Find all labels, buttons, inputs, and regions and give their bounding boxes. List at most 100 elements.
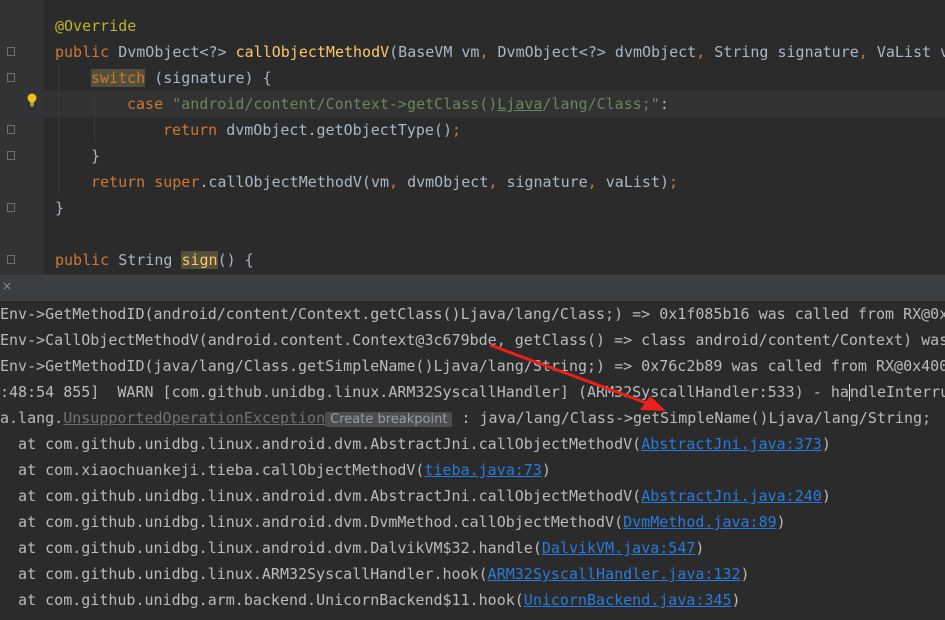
indent-guide bbox=[58, 65, 59, 195]
code-token: at com.xiaochuankeji.tieba.callObjectMet… bbox=[0, 461, 425, 479]
code-token: ; bbox=[452, 121, 462, 139]
fold-marker-icon[interactable] bbox=[7, 73, 15, 82]
code-line[interactable]: switch (signature) { bbox=[91, 65, 272, 91]
code-line[interactable]: public String sign() { bbox=[55, 247, 254, 273]
source-link[interactable]: UnicornBackend.java:345 bbox=[524, 591, 732, 609]
code-token: ) bbox=[695, 539, 705, 557]
code-token: String bbox=[118, 251, 182, 269]
code-token: dvmObject bbox=[407, 173, 489, 191]
code-line[interactable]: } bbox=[91, 143, 100, 169]
indent-guide bbox=[94, 91, 95, 143]
code-token: , bbox=[389, 173, 408, 191]
source-link[interactable]: DalvikVM.java:547 bbox=[542, 539, 696, 557]
fold-marker-icon[interactable] bbox=[7, 203, 15, 212]
fold-marker-icon[interactable] bbox=[7, 151, 15, 160]
log-line[interactable]: at com.github.unidbg.arm.backend.Unicorn… bbox=[0, 587, 741, 613]
code-token: ) bbox=[541, 461, 551, 479]
log-line[interactable]: Env->GetMethodID(java/lang/Class.getSimp… bbox=[0, 353, 945, 379]
code-token: String signature bbox=[714, 43, 859, 61]
code-token: at com.github.unidbg.linux.android.dvm.D… bbox=[0, 513, 624, 531]
source-link[interactable]: AbstractJni.java:240 bbox=[641, 487, 822, 505]
code-token: "android/content/Context->getClass() bbox=[172, 95, 498, 113]
code-token: (BaseVM vm bbox=[389, 43, 480, 61]
code-token: case bbox=[127, 95, 173, 113]
code-token: , bbox=[858, 43, 877, 61]
code-token: Env->GetMethodID(android/content/Context… bbox=[0, 305, 945, 323]
code-token: VaList v bbox=[876, 43, 945, 61]
code-token: Ljava bbox=[497, 95, 543, 113]
source-link[interactable]: AbstractJni.java:373 bbox=[641, 435, 822, 453]
fold-marker-icon[interactable] bbox=[7, 255, 15, 264]
code-token: callObjectMethodV bbox=[235, 43, 390, 61]
source-link[interactable]: ARM32SyscallHandler.java:132 bbox=[488, 565, 741, 583]
log-line[interactable]: at com.github.unidbg.linux.android.dvm.A… bbox=[0, 483, 831, 509]
code-line[interactable]: return super.callObjectMethodV(vm, dvmOb… bbox=[91, 169, 678, 195]
code-token: a.lang. bbox=[0, 409, 64, 427]
code-token: ) bbox=[731, 591, 741, 609]
code-token: at com.github.unidbg.arm.backend.Unicorn… bbox=[0, 591, 524, 609]
code-token: , bbox=[479, 43, 498, 61]
code-token: public bbox=[55, 251, 119, 269]
code-token: ) bbox=[776, 513, 786, 531]
code-token: , bbox=[696, 43, 715, 61]
lightbulb-icon[interactable] bbox=[26, 93, 38, 107]
code-token: ndleInterrup bbox=[849, 383, 945, 401]
code-token: .callObjectMethodV(vm bbox=[199, 173, 390, 191]
code-token: : java/lang/Class->getSimpleName()Ljava/… bbox=[452, 409, 932, 427]
source-link[interactable]: tieba.java:73 bbox=[424, 461, 541, 479]
code-line[interactable]: public DvmObject<?> callObjectMethodV(Ba… bbox=[55, 39, 945, 65]
code-line[interactable]: case "android/content/Context->getClass(… bbox=[127, 91, 669, 117]
log-line[interactable]: at com.github.unidbg.linux.ARM32SyscallH… bbox=[0, 561, 750, 587]
code-token: , bbox=[587, 173, 606, 191]
log-line[interactable]: at com.github.unidbg.linux.android.dvm.D… bbox=[0, 535, 704, 561]
code-line[interactable]: @Override bbox=[55, 13, 136, 39]
code-token: (signature) { bbox=[145, 69, 272, 87]
code-token: ) bbox=[740, 565, 750, 583]
code-token: at com.github.unidbg.linux.android.dvm.A… bbox=[0, 435, 642, 453]
code-token: } bbox=[55, 199, 65, 217]
editor-gutter[interactable] bbox=[0, 0, 44, 274]
code-token: sign bbox=[181, 251, 218, 269]
code-line[interactable]: } bbox=[55, 195, 64, 221]
code-token: :48:54 855] WARN [com.github.unidbg.linu… bbox=[0, 383, 849, 401]
code-token: Env->CallObjectMethodV(android.content.C… bbox=[0, 331, 945, 349]
code-token: return bbox=[163, 121, 227, 139]
code-token: signature bbox=[506, 173, 588, 191]
code-token: : bbox=[659, 95, 669, 113]
code-token: ) bbox=[821, 487, 831, 505]
console-toolbar bbox=[0, 274, 945, 302]
code-token: vaList) bbox=[605, 173, 669, 191]
fold-marker-icon[interactable] bbox=[7, 47, 15, 56]
log-line[interactable]: Env->CallObjectMethodV(android.content.C… bbox=[0, 327, 945, 353]
code-token: Env->GetMethodID(java/lang/Class.getSimp… bbox=[0, 357, 945, 375]
log-line[interactable]: at com.github.unidbg.linux.android.dvm.D… bbox=[0, 509, 786, 535]
code-token: public bbox=[55, 43, 119, 61]
code-line[interactable]: return dvmObject.getObjectType(); bbox=[163, 117, 461, 143]
code-token: , bbox=[488, 173, 507, 191]
code-token: ) bbox=[821, 435, 831, 453]
log-line[interactable]: at com.xiaochuankeji.tieba.callObjectMet… bbox=[0, 457, 551, 483]
code-token: DvmObject<?> dvmObject bbox=[497, 43, 697, 61]
console-output[interactable]: Env->GetMethodID(android/content/Context… bbox=[0, 301, 945, 620]
code-token: /lang/Class;" bbox=[542, 95, 660, 113]
code-token: return bbox=[91, 173, 155, 191]
code-token: switch bbox=[91, 69, 146, 87]
source-link[interactable]: DvmMethod.java:89 bbox=[623, 513, 777, 531]
code-token: at com.github.unidbg.linux.android.dvm.D… bbox=[0, 539, 542, 557]
log-line[interactable]: at com.github.unidbg.linux.android.dvm.A… bbox=[0, 431, 831, 457]
code-token: DvmObject<?> bbox=[118, 43, 236, 61]
create-breakpoint-tooltip[interactable]: Create breakpoint bbox=[325, 412, 453, 427]
code-editor[interactable]: @Override public DvmObject<?> callObjectM… bbox=[0, 0, 945, 274]
close-icon[interactable]: × bbox=[2, 279, 12, 293]
log-line[interactable]: Env->GetMethodID(android/content/Context… bbox=[0, 301, 945, 327]
code-token: @Override bbox=[55, 17, 137, 35]
code-token: at com.github.unidbg.linux.android.dvm.A… bbox=[0, 487, 642, 505]
code-token: } bbox=[91, 147, 101, 165]
log-line[interactable]: a.lang.UnsupportedOperationException Crea… bbox=[0, 405, 931, 431]
exception-link[interactable]: UnsupportedOperationException bbox=[63, 409, 325, 427]
code-token: super bbox=[154, 173, 200, 191]
code-token: at com.github.unidbg.linux.ARM32SyscallH… bbox=[0, 565, 488, 583]
fold-marker-icon[interactable] bbox=[7, 125, 15, 134]
log-line[interactable]: :48:54 855] WARN [com.github.unidbg.linu… bbox=[0, 379, 945, 405]
code-token: () { bbox=[217, 251, 254, 269]
